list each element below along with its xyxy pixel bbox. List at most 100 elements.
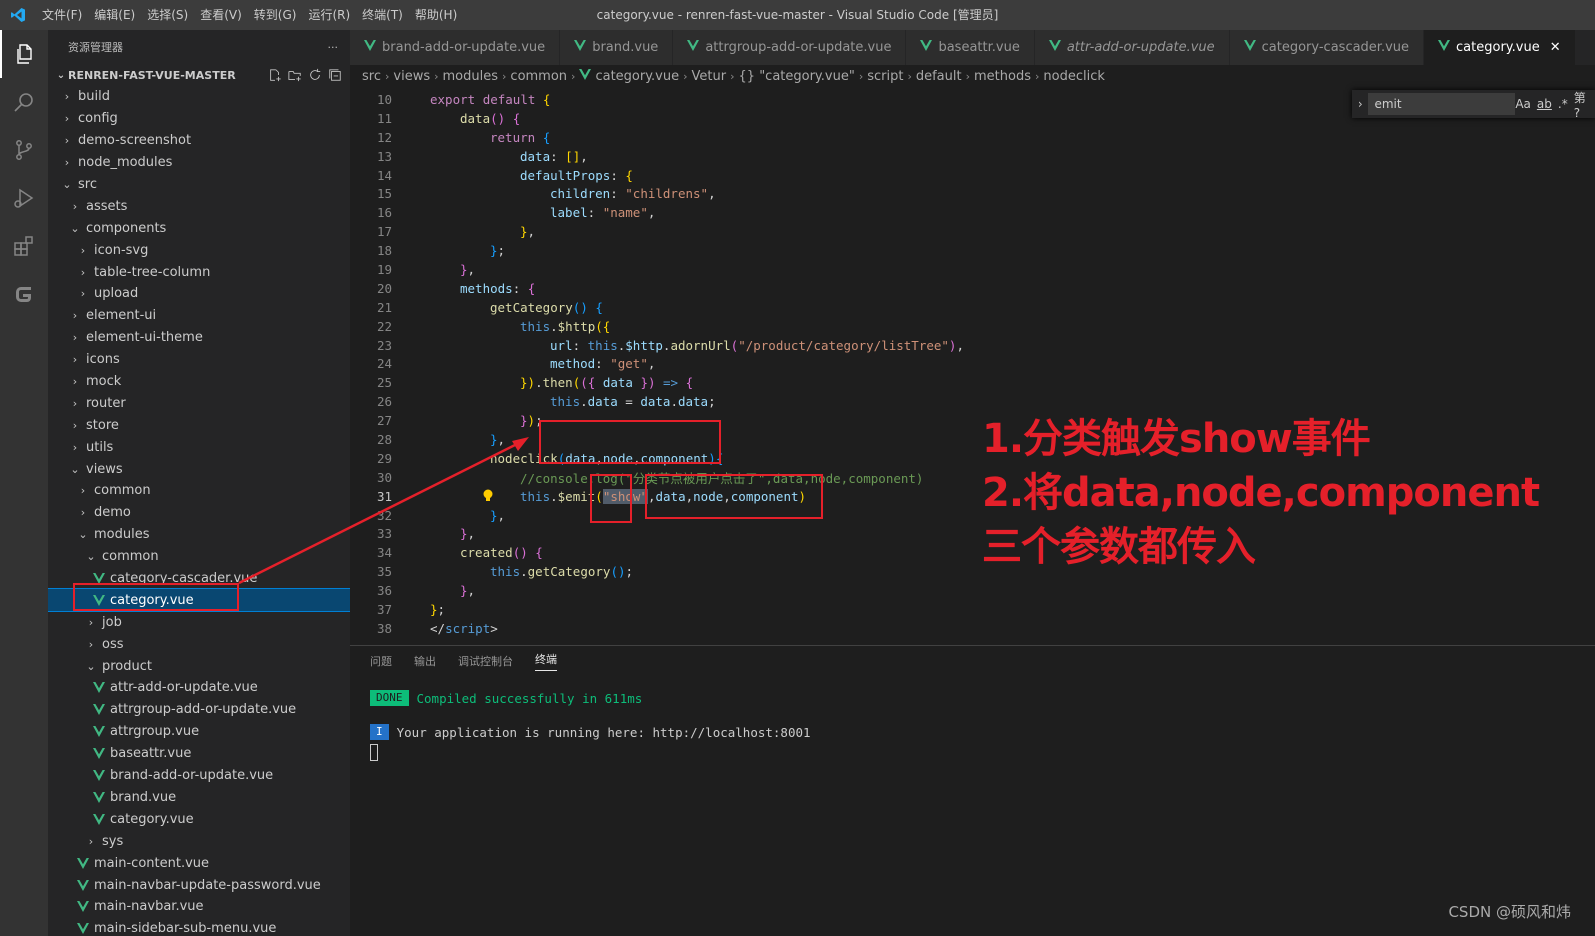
file-item[interactable]: main-navbar-update-password.vue	[48, 874, 350, 896]
folder-item[interactable]: › mock	[48, 371, 350, 393]
refresh-icon[interactable]	[308, 68, 322, 82]
vue-file-icon	[92, 682, 106, 694]
vue-file-icon	[1438, 40, 1451, 55]
vue-file-icon	[76, 857, 90, 869]
chevron-right-icon: ›	[965, 69, 971, 83]
extensions-icon[interactable]	[0, 222, 48, 270]
panel-tab[interactable]: 输出	[414, 653, 436, 669]
breadcrumb-item[interactable]: src	[362, 69, 381, 84]
menu-item[interactable]: 运行(R)	[302, 0, 356, 30]
editor-tab[interactable]: attrgroup-add-or-update.vue	[673, 30, 907, 65]
explorer-icon[interactable]	[0, 30, 48, 78]
folder-item[interactable]: › common	[48, 480, 350, 502]
folder-item[interactable]: › assets	[48, 195, 350, 217]
editor-tab[interactable]: baseattr.vue	[906, 30, 1035, 65]
vue-file-icon	[920, 40, 933, 55]
search-icon[interactable]	[0, 78, 48, 126]
breadcrumb-item[interactable]: nodeclick	[1043, 69, 1105, 84]
code-token: =>	[663, 375, 686, 391]
close-icon[interactable]: ✕	[1550, 40, 1561, 55]
menu-item[interactable]: 文件(F)	[36, 0, 88, 30]
tree-item-label: modules	[94, 527, 150, 543]
file-item[interactable]: category.vue	[48, 808, 350, 830]
find-input[interactable]: emit	[1368, 93, 1516, 115]
file-item[interactable]: brand.vue	[48, 787, 350, 809]
file-item[interactable]: attrgroup-add-or-update.vue	[48, 699, 350, 721]
panel-tab[interactable]: 问题	[370, 653, 392, 669]
menu-item[interactable]: 选择(S)	[141, 0, 194, 30]
folder-item[interactable]: › demo-screenshot	[48, 130, 350, 152]
new-folder-icon[interactable]	[288, 68, 302, 82]
match-case-icon[interactable]: Aa	[1515, 97, 1531, 111]
run-debug-icon[interactable]	[0, 174, 48, 222]
terminal[interactable]: DONE Compiled successfully in 611ms I Yo…	[350, 676, 1595, 762]
code-token: this	[550, 394, 581, 410]
editor-tab[interactable]: category.vue ✕	[1424, 30, 1576, 65]
folder-item[interactable]: › element-ui-theme	[48, 327, 350, 349]
menu-item[interactable]: 终端(T)	[356, 0, 409, 30]
folder-item[interactable]: › build	[48, 86, 350, 108]
gitee-g-icon[interactable]	[0, 270, 48, 318]
folder-item[interactable]: ⌄ src	[48, 174, 350, 196]
breadcrumb-item[interactable]: views	[393, 69, 430, 84]
folder-item[interactable]: › oss	[48, 633, 350, 655]
folder-item[interactable]: › job	[48, 611, 350, 633]
panel-tab[interactable]: 终端	[535, 651, 557, 671]
more-actions-icon[interactable]: ···	[328, 41, 339, 54]
whole-word-icon[interactable]: ab	[1537, 97, 1552, 111]
folder-item[interactable]: › demo	[48, 502, 350, 524]
folder-item[interactable]: › table-tree-column	[48, 261, 350, 283]
folder-item[interactable]: › sys	[48, 830, 350, 852]
breadcrumb-item[interactable]: {} "category.vue"	[739, 69, 855, 84]
folder-item[interactable]: ⌄ modules	[48, 524, 350, 546]
source-control-icon[interactable]	[0, 126, 48, 174]
breadcrumb-item[interactable]: default	[916, 69, 962, 84]
file-item[interactable]: attrgroup.vue	[48, 721, 350, 743]
regex-icon[interactable]: .*	[1558, 97, 1568, 111]
folder-item[interactable]: › utils	[48, 436, 350, 458]
breadcrumb-item[interactable]: category.vue	[595, 69, 679, 84]
folder-item[interactable]: › config	[48, 108, 350, 130]
code-editor[interactable]: 10 export default {11 data() {12 return {13…	[350, 87, 1595, 645]
folder-item[interactable]: › element-ui	[48, 305, 350, 327]
editor-tab[interactable]: brand.vue	[560, 30, 674, 65]
file-item[interactable]: main-content.vue	[48, 852, 350, 874]
file-item[interactable]: main-navbar.vue	[48, 896, 350, 918]
vue-file-icon	[92, 813, 106, 825]
chevron-right-icon[interactable]: ›	[1352, 97, 1368, 111]
breadcrumb-item[interactable]: methods	[974, 69, 1031, 84]
editor-tab[interactable]: category-cascader.vue	[1229, 30, 1425, 65]
menu-item[interactable]: 查看(V)	[194, 0, 248, 30]
collapse-all-icon[interactable]	[328, 68, 342, 82]
folder-item[interactable]: › store	[48, 414, 350, 436]
breadcrumb-item[interactable]: modules	[443, 69, 499, 84]
file-item[interactable]: main-sidebar-sub-menu.vue	[48, 918, 350, 936]
folder-item[interactable]: ⌄ components	[48, 217, 350, 239]
folder-item[interactable]: › icon-svg	[48, 239, 350, 261]
folder-item[interactable]: ⌄ common	[48, 546, 350, 568]
breadcrumb-item[interactable]: Vetur	[692, 69, 727, 84]
folder-item[interactable]: › upload	[48, 283, 350, 305]
workspace-root[interactable]: ⌄ RENREN-FAST-VUE-MASTER	[48, 64, 350, 86]
folder-item[interactable]: ⌄ product	[48, 655, 350, 677]
editor-tab[interactable]: attr-add-or-update.vue	[1034, 30, 1230, 65]
lightbulb-icon[interactable]	[482, 489, 494, 506]
annotation-box-file	[73, 583, 239, 611]
editor-tab[interactable]: brand-add-or-update.vue	[350, 30, 561, 65]
folder-item[interactable]: › router	[48, 392, 350, 414]
menu-item[interactable]: 帮助(H)	[409, 0, 463, 30]
folder-item[interactable]: › node_modules	[48, 152, 350, 174]
file-item[interactable]: attr-add-or-update.vue	[48, 677, 350, 699]
folder-item[interactable]: › icons	[48, 349, 350, 371]
panel-tab[interactable]: 调试控制台	[458, 653, 513, 669]
code-token: ,	[467, 526, 476, 542]
file-item[interactable]: baseattr.vue	[48, 743, 350, 765]
menu-item[interactable]: 转到(G)	[248, 0, 303, 30]
file-item[interactable]: brand-add-or-update.vue	[48, 765, 350, 787]
folder-item[interactable]: ⌄ views	[48, 458, 350, 480]
new-file-icon[interactable]	[268, 68, 282, 82]
line-number: 32	[376, 507, 392, 523]
breadcrumb-item[interactable]: script	[867, 69, 903, 84]
menu-item[interactable]: 编辑(E)	[88, 0, 141, 30]
breadcrumb-item[interactable]: common	[510, 69, 567, 84]
